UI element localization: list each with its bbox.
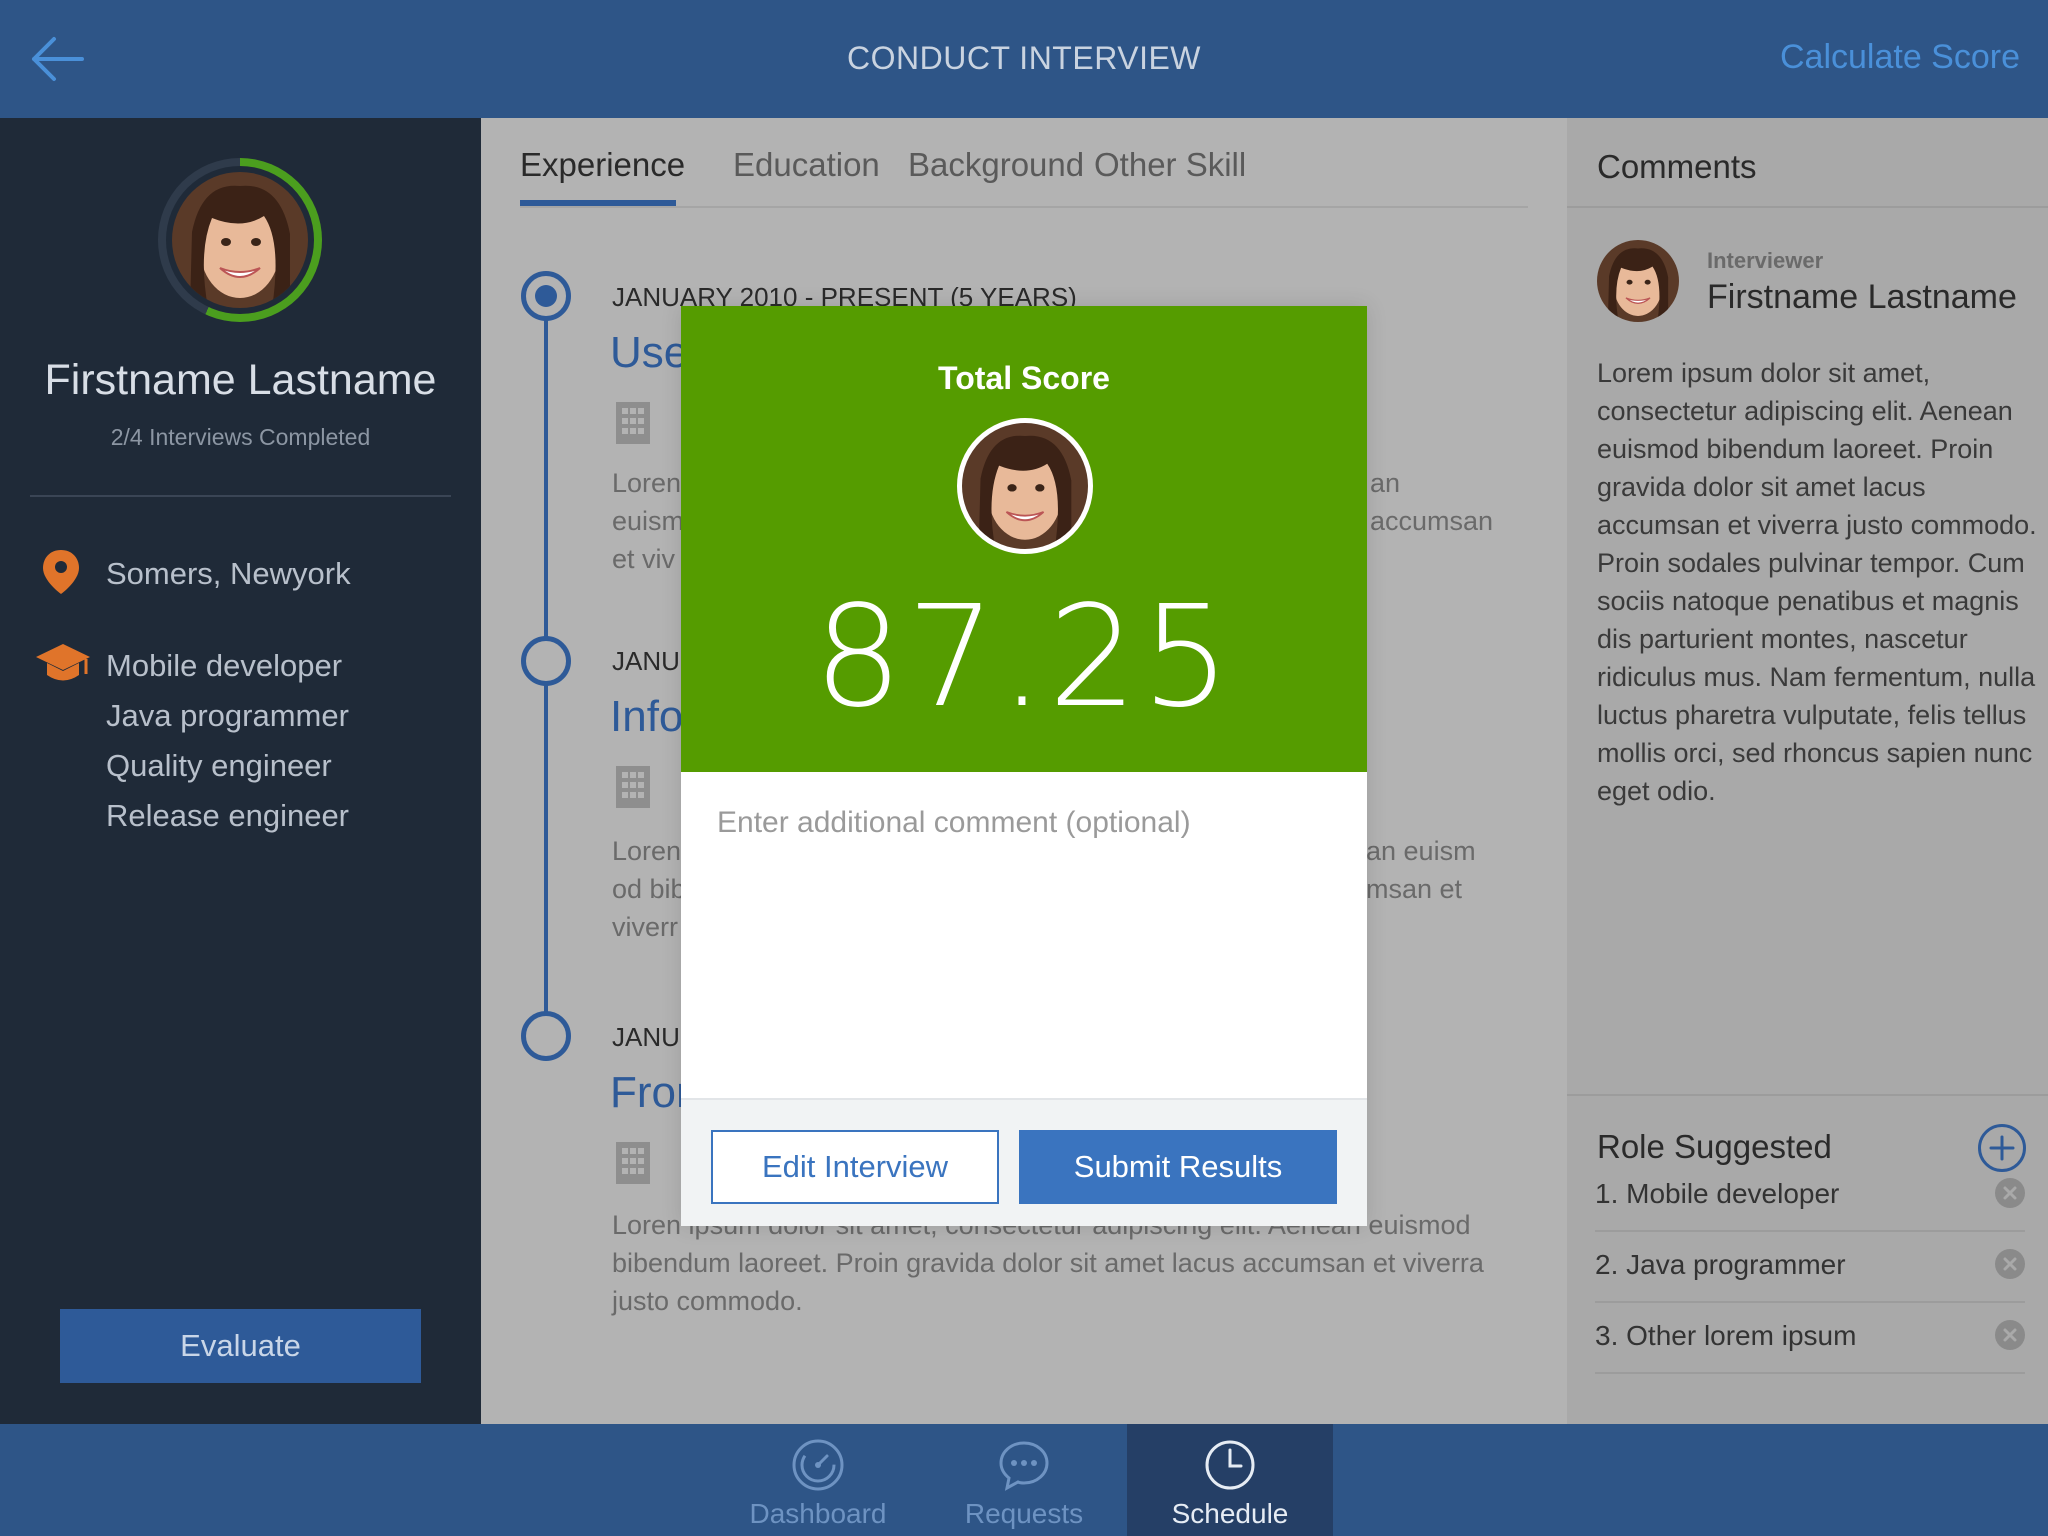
suggested-role-label: 1. Mobile developer — [1595, 1178, 1840, 1209]
comments-panel: Comments Interviewer Firstname Lastname … — [1567, 118, 2048, 1424]
candidate-avatar — [957, 418, 1093, 554]
timeline-dot — [521, 636, 571, 686]
total-score-label: Total Score — [938, 360, 1110, 396]
building-icon — [616, 1142, 650, 1184]
role-item: Release engineer — [106, 798, 350, 833]
suggested-role-label: 2. Java programmer — [1595, 1249, 1846, 1280]
tab-bar: Experience Education Background Other Sk… — [520, 118, 1528, 208]
building-icon — [616, 402, 650, 444]
remove-role-button[interactable] — [1995, 1249, 2025, 1279]
tab-background[interactable]: Background — [908, 146, 1084, 184]
remove-role-button[interactable] — [1995, 1178, 2025, 1208]
divider — [1567, 206, 2048, 208]
total-score-dialog: Total Score 87.25 Edit Interview Submit … — [681, 306, 1367, 1226]
candidate-sidebar: Firstname Lastname 2/4 Interviews Comple… — [0, 118, 481, 1424]
dialog-footer: Edit Interview Submit Results — [681, 1098, 1367, 1226]
location-pin-icon — [43, 550, 79, 594]
timeline-dot — [521, 271, 571, 321]
tab-education[interactable]: Education — [733, 146, 880, 184]
suggested-role-label: 3. Other lorem ipsum — [1595, 1320, 1857, 1351]
tab-experience[interactable]: Experience — [520, 146, 685, 184]
roles-suggested-title: Role Suggested — [1597, 1128, 1832, 1165]
graduation-cap-icon — [36, 644, 90, 681]
interviewer-label: Interviewer — [1707, 248, 1824, 273]
tab-other-skill[interactable]: Other Skill — [1094, 146, 1246, 184]
remove-role-button[interactable] — [1995, 1320, 2025, 1350]
interviewer-avatar — [1597, 240, 1679, 322]
comment-text: Lorem ipsum dolor sit amet, consectetur … — [1597, 358, 2037, 806]
top-bar: CONDUCT INTERVIEW Calculate Score — [0, 0, 2048, 118]
experience-title: Info — [610, 692, 684, 741]
clock-icon — [1205, 1440, 1255, 1490]
suggested-role-item: 2. Java programmer — [1595, 1233, 2025, 1303]
total-score-value: 87.25 — [813, 576, 1235, 739]
active-tab-indicator — [520, 200, 676, 206]
timeline-dot — [521, 1011, 571, 1061]
nav-schedule-label: Schedule — [1171, 1498, 1289, 1529]
nav-requests-label: Requests — [964, 1498, 1084, 1529]
additional-comment-input[interactable] — [681, 772, 1367, 1098]
building-icon — [616, 766, 650, 808]
page-title: CONDUCT INTERVIEW — [847, 40, 1201, 76]
calculate-score-button[interactable]: Calculate Score — [1780, 38, 2020, 77]
role-item: Java programmer — [106, 698, 349, 733]
candidate-name: Firstname Lastname — [44, 356, 437, 404]
close-icon — [2003, 1257, 2017, 1271]
close-icon — [2003, 1186, 2017, 1200]
experience-description: Loren od bib viverr — [612, 836, 686, 942]
candidate-roles-list: Mobile developer Java programmer Quality… — [106, 646, 349, 846]
dashboard-gauge-icon — [792, 1439, 844, 1491]
close-icon — [2003, 1328, 2017, 1342]
submit-results-button[interactable]: Submit Results — [1019, 1130, 1337, 1204]
evaluate-button[interactable]: Evaluate — [60, 1309, 421, 1383]
location-text: Somers, Newyork — [106, 556, 351, 591]
bottom-navigation: Dashboard Requests Schedule — [0, 1424, 2048, 1536]
interviews-completed-text: 2/4 Interviews Completed — [110, 424, 371, 450]
chat-bubble-icon — [999, 1441, 1049, 1491]
experience-date: JANU — [612, 646, 680, 676]
experience-date: JANU — [612, 1022, 680, 1052]
interviewer-name: Firstname Lastname — [1707, 278, 2017, 316]
experience-description-right: an euism msan et — [1366, 836, 1476, 904]
nav-dashboard-label: Dashboard — [749, 1498, 887, 1529]
divider — [1567, 1094, 2048, 1096]
edit-interview-button[interactable]: Edit Interview — [711, 1130, 999, 1204]
candidate-avatar — [172, 172, 308, 308]
experience-title: Use — [610, 328, 689, 377]
comments-title: Comments — [1597, 148, 1757, 185]
nav-dashboard[interactable]: Dashboard — [715, 1424, 921, 1536]
role-item: Mobile developer — [106, 648, 343, 683]
divider — [30, 495, 451, 497]
suggested-role-item: 1. Mobile developer — [1595, 1162, 2025, 1232]
experience-description: Loren euism et viv — [612, 468, 685, 574]
score-header: Total Score 87.25 — [681, 306, 1367, 772]
role-item: Quality engineer — [106, 748, 332, 783]
experience-description-right: an accumsan — [1370, 468, 1494, 536]
suggested-role-item: 3. Other lorem ipsum — [1595, 1304, 2025, 1374]
nav-schedule[interactable]: Schedule — [1127, 1424, 1333, 1536]
interview-progress-ring — [158, 158, 322, 322]
nav-requests[interactable]: Requests — [921, 1424, 1127, 1536]
